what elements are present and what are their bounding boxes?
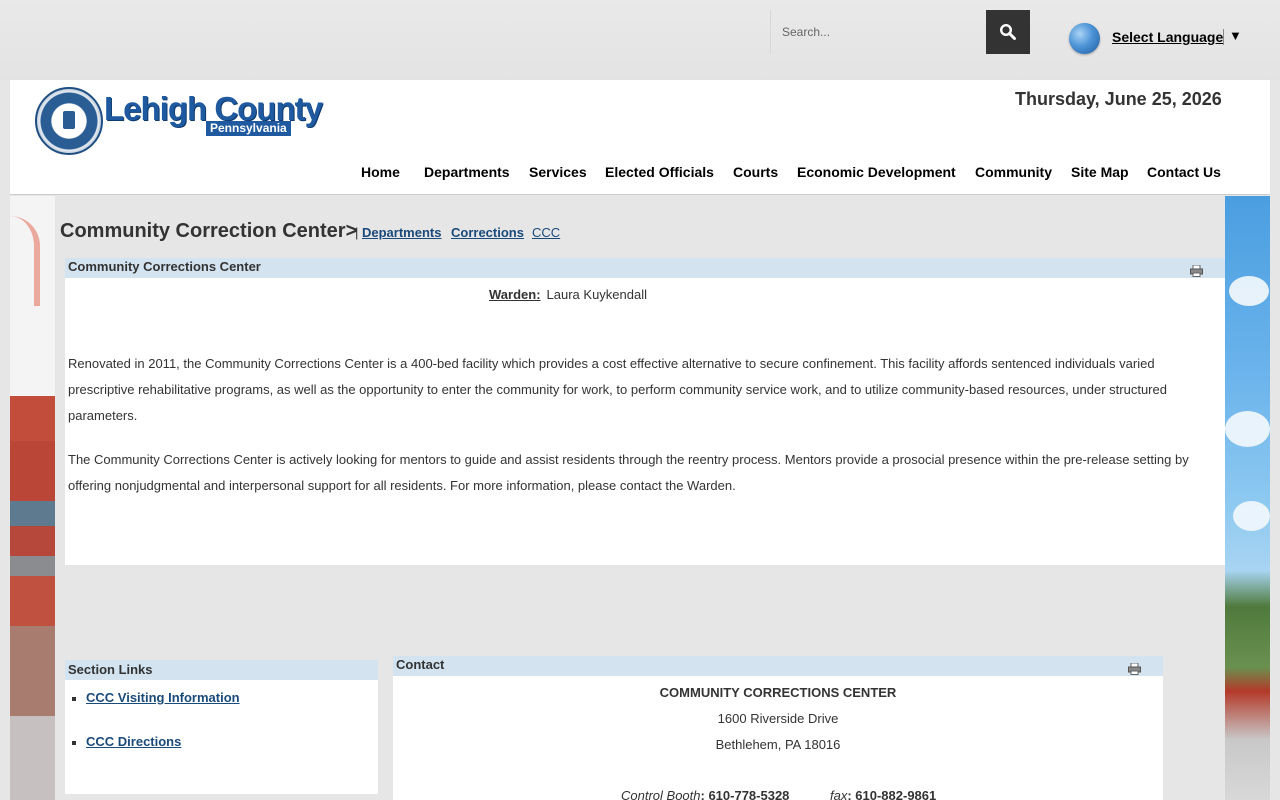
contact-address-line1: 1600 Riverside Drive xyxy=(717,711,839,726)
fax-number: : 610-882-9861 xyxy=(847,788,937,800)
search-icon xyxy=(999,23,1016,40)
cloud-shape xyxy=(1229,276,1269,306)
nav-item-departments[interactable]: Departments xyxy=(424,164,510,180)
main-nav: Home Departments Services Elected Offici… xyxy=(10,164,1270,184)
warden-name: Laura Kuykendall xyxy=(546,287,647,302)
contact-phone: Control Booth: 610-778-5328 xyxy=(621,788,789,800)
main-panel-heading: Community Corrections Center xyxy=(65,258,1225,278)
list-item: CCC Visiting Information xyxy=(72,690,240,734)
breadcrumb-link-ccc[interactable]: CCC xyxy=(532,225,560,240)
ccc-visiting-information-link[interactable]: CCC Visiting Information xyxy=(86,690,240,705)
nav-item-site-map[interactable]: Site Map xyxy=(1071,164,1129,180)
language-dropdown-arrow-icon[interactable]: ▼ xyxy=(1229,28,1242,43)
globe-icon xyxy=(1069,23,1100,54)
nav-item-contact-us[interactable]: Contact Us xyxy=(1147,164,1221,180)
contact-fax: fax: 610-882-9861 xyxy=(830,788,936,800)
site-header: Lehigh County Pennsylvania Thursday, Jun… xyxy=(10,80,1270,195)
contact-organization-name: COMMUNITY CORRECTIONS CENTER xyxy=(659,685,897,700)
language-divider xyxy=(1223,29,1224,45)
right-decorative-photo xyxy=(1225,196,1270,800)
left-decorative-streak xyxy=(10,216,40,306)
county-seal-logo[interactable] xyxy=(35,87,103,155)
nav-item-home[interactable]: Home xyxy=(361,164,400,180)
print-icon[interactable] xyxy=(1128,663,1141,675)
contact-heading: Contact xyxy=(393,656,1163,676)
phone-number: : 610-778-5328 xyxy=(700,788,790,800)
nav-item-community[interactable]: Community xyxy=(975,164,1052,180)
search-box xyxy=(770,10,1030,54)
nav-item-services[interactable]: Services xyxy=(529,164,587,180)
fax-label: fax xyxy=(830,788,848,800)
select-language-link[interactable]: Select Language xyxy=(1112,29,1223,45)
phone-label: Control Booth xyxy=(621,788,701,800)
search-button[interactable] xyxy=(986,10,1030,54)
breadcrumb-link-departments[interactable]: Departments xyxy=(362,225,441,240)
page-title: Community Correction Center> xyxy=(60,220,358,242)
search-input[interactable] xyxy=(770,10,986,54)
breadcrumb-separator: | xyxy=(355,225,359,240)
section-links-heading: Section Links xyxy=(65,660,378,680)
mentor-paragraph: The Community Corrections Center is acti… xyxy=(68,452,1189,493)
intro-paragraph: Renovated in 2011, the Community Correct… xyxy=(68,356,1167,423)
section-links-list: CCC Visiting Information CCC Directions xyxy=(72,690,240,778)
breadcrumb-link-corrections[interactable]: Corrections xyxy=(451,225,524,240)
logo-subtitle: Pennsylvania xyxy=(206,121,291,136)
warden-line: Warden: Laura Kuykendall xyxy=(489,287,647,302)
list-item: CCC Directions xyxy=(72,734,240,778)
warden-label: Warden: xyxy=(489,287,541,302)
nav-item-courts[interactable]: Courts xyxy=(733,164,778,180)
print-icon[interactable] xyxy=(1190,265,1203,277)
cloud-shape xyxy=(1225,411,1270,447)
contact-address-line2: Bethlehem, PA 18016 xyxy=(715,737,841,752)
current-date: Thursday, June 25, 2026 xyxy=(1015,89,1222,109)
ccc-directions-link[interactable]: CCC Directions xyxy=(86,734,181,749)
cloud-shape xyxy=(1233,501,1270,531)
nav-item-economic-development[interactable]: Economic Development xyxy=(797,164,956,180)
left-decorative-photo xyxy=(10,196,55,800)
nav-item-elected-officials[interactable]: Elected Officials xyxy=(605,164,714,180)
